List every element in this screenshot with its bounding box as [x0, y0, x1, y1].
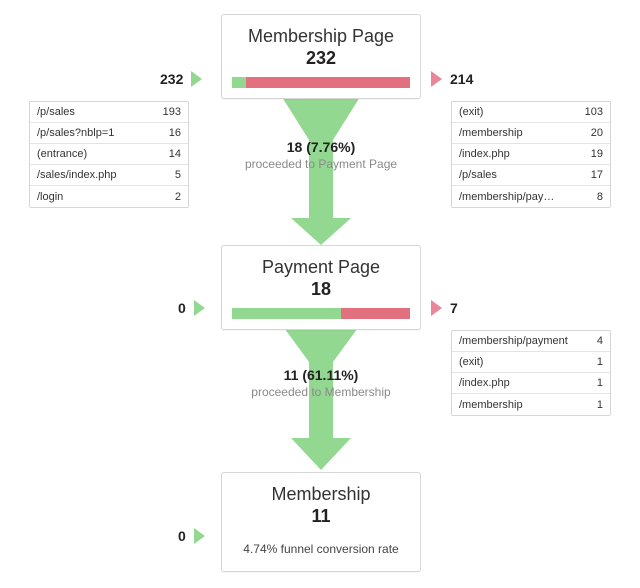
connector-sub-text: proceeded to Membership [251, 385, 391, 399]
row-value: 103 [584, 106, 603, 118]
table-row[interactable]: (entrance) 14 [30, 144, 188, 165]
row-label: /p/sales [37, 106, 75, 118]
table-row[interactable]: /index.php 19 [452, 144, 610, 165]
exits-count: 214 [450, 71, 474, 87]
row-value: 1 [596, 356, 603, 368]
exits-count: 7 [450, 300, 458, 316]
row-label: (exit) [459, 356, 484, 368]
row-label: /membership/pay… [459, 190, 555, 203]
entries-count: 0 [178, 528, 186, 544]
step-count: 232 [305, 48, 337, 68]
row-value: 1 [596, 377, 603, 389]
row-label: /p/sales [459, 169, 497, 181]
row-value: 8 [596, 190, 603, 203]
entry-sources-table-membership-page[interactable]: /p/sales 193 /p/sales?nblp=1 16 (entranc… [29, 101, 189, 208]
table-row[interactable]: /membership 20 [452, 123, 610, 144]
row-value: 16 [168, 127, 181, 139]
connector-label-1: 18 (7.76%) proceeded to Payment Page [191, 138, 451, 172]
row-value: 19 [590, 148, 603, 160]
step-title: Membership [271, 484, 371, 504]
row-label: /membership/payment [459, 335, 568, 347]
step-title: Membership Page [247, 26, 395, 46]
connector-sub-text: proceeded to Payment Page [244, 157, 398, 171]
entries-marker-membership: 0 [178, 527, 205, 545]
table-row[interactable]: (exit) 103 [452, 102, 610, 123]
entries-marker-membership-page: 232 [160, 70, 203, 88]
row-label: /membership [459, 398, 523, 411]
table-row[interactable]: /login 2 [30, 186, 188, 207]
arrow-right-icon [431, 71, 442, 87]
entries-count: 232 [160, 71, 184, 87]
table-row[interactable]: (exit) 1 [452, 352, 610, 373]
step-progress-bar [232, 308, 410, 319]
bar-segment-abandoned [245, 77, 410, 88]
row-value: 193 [162, 106, 181, 118]
arrow-right-icon [193, 300, 205, 316]
exit-destinations-table-payment-page[interactable]: /membership/payment 4 (exit) 1 /index.ph… [451, 330, 611, 416]
funnel-conversion-rate: 4.74% funnel conversion rate [243, 542, 399, 556]
funnel-step-membership[interactable]: Membership 11 4.74% funnel conversion ra… [221, 472, 421, 572]
row-value: 1 [596, 398, 603, 411]
table-row[interactable]: /sales/index.php 5 [30, 165, 188, 186]
row-value: 2 [174, 190, 181, 203]
bar-segment-proceeded [232, 308, 341, 319]
table-row[interactable]: /membership/payment 4 [452, 331, 610, 352]
funnel-step-payment-page[interactable]: Payment Page 18 [221, 245, 421, 330]
row-label: /p/sales?nblp=1 [37, 127, 115, 139]
table-row[interactable]: /index.php 1 [452, 373, 610, 394]
connector-main-text: 11 (61.11%) [283, 367, 359, 383]
table-row[interactable]: /p/sales?nblp=1 16 [30, 123, 188, 144]
table-row[interactable]: /membership 1 [452, 394, 610, 415]
step-title: Payment Page [261, 257, 381, 277]
exits-marker-payment-page: 7 [431, 299, 458, 317]
step-progress-bar [232, 77, 410, 88]
arrow-right-icon [193, 528, 205, 544]
exits-marker-membership-page: 214 [431, 70, 473, 88]
row-value: 4 [596, 335, 603, 347]
connector-label-2: 11 (61.11%) proceeded to Membership [191, 366, 451, 400]
bar-segment-abandoned [340, 308, 410, 319]
row-label: /sales/index.php [37, 169, 117, 181]
entries-count: 0 [178, 300, 186, 316]
row-label: /login [37, 190, 64, 203]
table-row[interactable]: /p/sales 193 [30, 102, 188, 123]
funnel-step-membership-page[interactable]: Membership Page 232 [221, 14, 421, 99]
row-value: 17 [590, 169, 603, 181]
arrow-right-icon [431, 300, 442, 316]
connector-main-text: 18 (7.76%) [286, 139, 356, 155]
bar-segment-proceeded [232, 77, 246, 88]
step-count: 11 [311, 506, 331, 526]
row-value: 5 [174, 169, 181, 181]
arrow-right-icon [191, 71, 203, 87]
table-row[interactable]: /p/sales 17 [452, 165, 610, 186]
entries-marker-payment-page: 0 [178, 299, 205, 317]
row-value: 20 [590, 127, 603, 139]
row-value: 14 [168, 148, 181, 160]
step-count: 18 [310, 279, 332, 299]
row-label: /membership [459, 127, 523, 139]
table-row[interactable]: /membership/pay… 8 [452, 186, 610, 207]
exit-destinations-table-membership-page[interactable]: (exit) 103 /membership 20 /index.php 19 … [451, 101, 611, 208]
row-label: (entrance) [37, 148, 88, 160]
row-label: /index.php [459, 148, 510, 160]
row-label: (exit) [459, 106, 484, 118]
row-label: /index.php [459, 377, 510, 389]
